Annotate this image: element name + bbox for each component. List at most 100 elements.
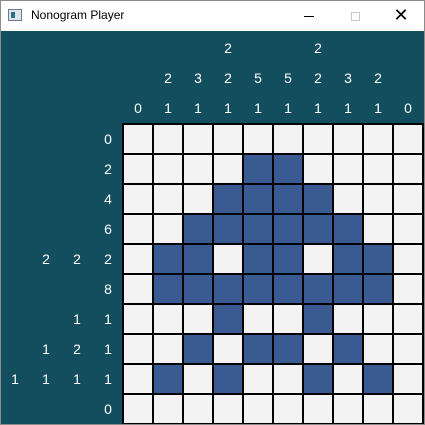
grid-cell-empty[interactable]	[214, 245, 242, 273]
grid-cell-empty[interactable]	[154, 215, 182, 243]
title-bar[interactable]: Nonogram Player ✕	[1, 1, 424, 31]
grid-cell-empty[interactable]	[244, 365, 272, 393]
grid-cell-empty[interactable]	[214, 155, 242, 183]
grid-cell-filled[interactable]	[214, 275, 242, 303]
grid-cell-empty[interactable]	[394, 245, 422, 273]
grid-cell-empty[interactable]	[214, 335, 242, 363]
grid-cell-empty[interactable]	[214, 395, 242, 423]
grid-cell-empty[interactable]	[304, 125, 332, 153]
grid-cell-filled[interactable]	[274, 245, 302, 273]
grid-cell-filled[interactable]	[244, 185, 272, 213]
grid-cell-empty[interactable]	[394, 305, 422, 333]
grid-cell-empty[interactable]	[124, 125, 152, 153]
grid-cell-empty[interactable]	[184, 365, 212, 393]
grid-cell-filled[interactable]	[364, 245, 392, 273]
grid-cell-filled[interactable]	[244, 245, 272, 273]
grid-cell-empty[interactable]	[304, 335, 332, 363]
grid-cell-empty[interactable]	[334, 305, 362, 333]
grid-cell-empty[interactable]	[124, 185, 152, 213]
grid-cell-filled[interactable]	[274, 335, 302, 363]
grid-cell-filled[interactable]	[304, 305, 332, 333]
grid-cell-filled[interactable]	[214, 305, 242, 333]
grid-cell-filled[interactable]	[184, 335, 212, 363]
grid-cell-empty[interactable]	[304, 155, 332, 183]
grid-cell-empty[interactable]	[184, 305, 212, 333]
grid-cell-filled[interactable]	[154, 245, 182, 273]
grid-cell-empty[interactable]	[364, 395, 392, 423]
grid-cell-empty[interactable]	[334, 365, 362, 393]
grid-cell-empty[interactable]	[394, 395, 422, 423]
grid-cell-filled[interactable]	[214, 215, 242, 243]
grid-cell-filled[interactable]	[364, 275, 392, 303]
grid-cell-empty[interactable]	[364, 305, 392, 333]
grid-cell-filled[interactable]	[244, 215, 272, 243]
grid-cell-empty[interactable]	[334, 155, 362, 183]
grid-cell-empty[interactable]	[334, 395, 362, 423]
minimize-button[interactable]	[286, 1, 332, 31]
grid-cell-filled[interactable]	[334, 275, 362, 303]
grid-cell-filled[interactable]	[184, 215, 212, 243]
grid-cell-empty[interactable]	[124, 155, 152, 183]
grid-cell-empty[interactable]	[154, 185, 182, 213]
grid-cell-empty[interactable]	[154, 155, 182, 183]
grid-cell-empty[interactable]	[394, 155, 422, 183]
grid-cell-empty[interactable]	[244, 305, 272, 333]
grid-cell-empty[interactable]	[364, 335, 392, 363]
grid-cell-filled[interactable]	[214, 185, 242, 213]
grid-cell-empty[interactable]	[394, 335, 422, 363]
grid-cell-empty[interactable]	[304, 395, 332, 423]
grid-cell-filled[interactable]	[184, 275, 212, 303]
grid-cell-empty[interactable]	[394, 185, 422, 213]
grid-cell-empty[interactable]	[214, 125, 242, 153]
grid-cell-empty[interactable]	[364, 155, 392, 183]
grid-cell-empty[interactable]	[184, 155, 212, 183]
grid-cell-empty[interactable]	[274, 125, 302, 153]
grid-cell-empty[interactable]	[124, 335, 152, 363]
grid-cell-empty[interactable]	[304, 245, 332, 273]
grid-cell-empty[interactable]	[124, 275, 152, 303]
grid-cell-filled[interactable]	[274, 215, 302, 243]
grid-cell-filled[interactable]	[274, 155, 302, 183]
grid-cell-filled[interactable]	[334, 335, 362, 363]
grid-cell-empty[interactable]	[334, 185, 362, 213]
grid-cell-empty[interactable]	[394, 215, 422, 243]
grid-cell-filled[interactable]	[184, 245, 212, 273]
grid-cell-filled[interactable]	[214, 365, 242, 393]
grid-cell-filled[interactable]	[334, 245, 362, 273]
maximize-button[interactable]	[332, 1, 378, 31]
grid-cell-empty[interactable]	[244, 395, 272, 423]
grid-cell-filled[interactable]	[244, 275, 272, 303]
grid-cell-empty[interactable]	[154, 125, 182, 153]
grid-cell-filled[interactable]	[154, 275, 182, 303]
grid-cell-empty[interactable]	[334, 125, 362, 153]
grid-cell-filled[interactable]	[244, 335, 272, 363]
grid-cell-empty[interactable]	[394, 275, 422, 303]
grid-cell-empty[interactable]	[124, 365, 152, 393]
grid-cell-filled[interactable]	[304, 365, 332, 393]
grid-cell-empty[interactable]	[274, 365, 302, 393]
grid-cell-empty[interactable]	[364, 215, 392, 243]
grid-cell-filled[interactable]	[364, 365, 392, 393]
grid-cell-empty[interactable]	[124, 215, 152, 243]
grid-cell-empty[interactable]	[274, 305, 302, 333]
grid-cell-empty[interactable]	[124, 305, 152, 333]
grid-cell-empty[interactable]	[364, 185, 392, 213]
grid-cell-empty[interactable]	[184, 125, 212, 153]
grid-cell-filled[interactable]	[274, 275, 302, 303]
grid-cell-filled[interactable]	[244, 155, 272, 183]
grid-cell-empty[interactable]	[154, 395, 182, 423]
grid-cell-filled[interactable]	[304, 275, 332, 303]
grid-cell-filled[interactable]	[304, 215, 332, 243]
close-button[interactable]: ✕	[378, 1, 424, 31]
grid-cell-empty[interactable]	[274, 395, 302, 423]
grid-cell-empty[interactable]	[394, 365, 422, 393]
grid-cell-empty[interactable]	[124, 395, 152, 423]
grid-cell-filled[interactable]	[154, 365, 182, 393]
grid-cell-empty[interactable]	[154, 305, 182, 333]
grid-cell-empty[interactable]	[124, 245, 152, 273]
grid-cell-empty[interactable]	[394, 125, 422, 153]
grid-cell-filled[interactable]	[274, 185, 302, 213]
grid-cell-empty[interactable]	[244, 125, 272, 153]
grid-cell-filled[interactable]	[304, 185, 332, 213]
grid-cell-filled[interactable]	[334, 215, 362, 243]
